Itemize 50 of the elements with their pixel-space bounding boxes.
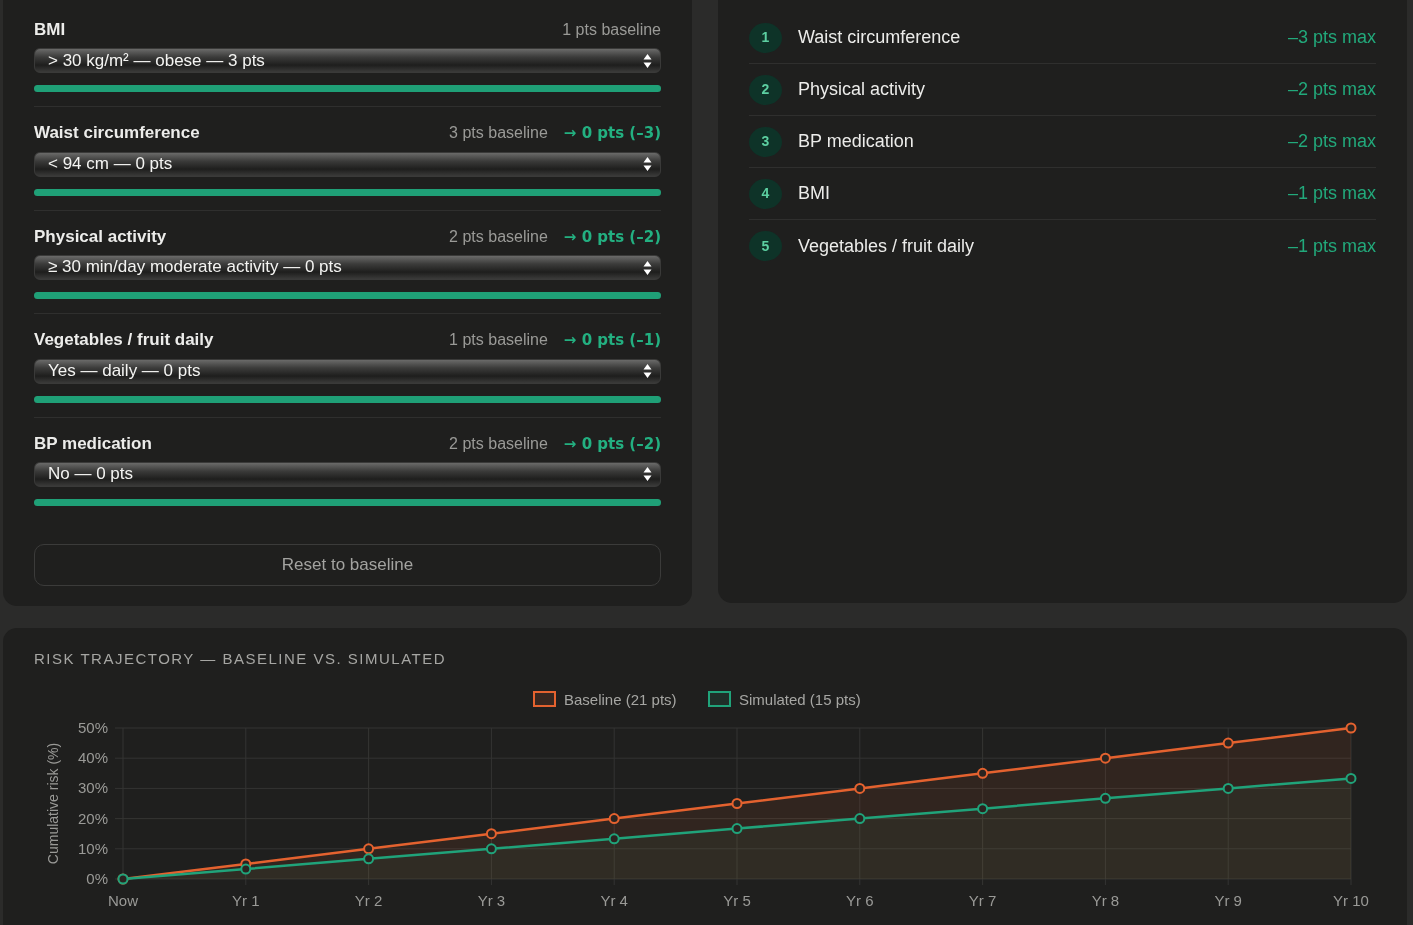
factor-title: BP medication	[34, 433, 152, 454]
impact-value: –2 pts max	[1287, 78, 1376, 101]
y-tick-label: 30%	[77, 779, 108, 797]
y-tick-label: 10%	[77, 840, 108, 858]
impact-value: –1 pts max	[1287, 182, 1376, 205]
factor-name: Vegetables / fruit daily	[798, 234, 976, 258]
x-tick-label: Yr 5	[723, 892, 751, 910]
factor-title: Waist circumference	[34, 123, 200, 144]
x-tick-label: Yr 9	[1214, 892, 1242, 910]
y-tick-label: 0%	[86, 870, 108, 888]
points-change: → 0 pts (–2)	[563, 227, 661, 246]
factor-title: Vegetables / fruit daily	[34, 330, 214, 351]
y-axis-label: Cumulative risk (%)	[45, 743, 61, 865]
factor-name: Waist circumference	[798, 26, 962, 49]
factor-title: Physical activity	[34, 226, 167, 248]
rank-badge: 1	[749, 22, 782, 53]
legend-label: Simulated (15 pts)	[739, 691, 861, 709]
legend-label: Baseline (21 pts)	[564, 691, 677, 709]
factor-name: BP medication	[798, 130, 915, 153]
baseline-points: 3 pts baseline	[449, 123, 548, 143]
x-tick-label: Yr 7	[968, 892, 997, 910]
x-tick-label: Yr 2	[354, 892, 383, 910]
rank-badge: 3	[749, 126, 782, 157]
impact-value: –3 pts max	[1287, 26, 1376, 49]
factor-title: BMI	[34, 20, 66, 41]
impact-value: –2 pts max	[1287, 130, 1376, 153]
baseline-points: 2 pts baseline	[449, 433, 548, 453]
impact-value: –1 pts max	[1287, 234, 1376, 258]
x-tick-label: Yr 8	[1091, 892, 1120, 910]
points-change: → 0 pts (–2)	[563, 434, 661, 453]
factor-name: BMI	[798, 182, 831, 205]
factor-name: Physical activity	[798, 78, 927, 101]
rank-badge: 4	[749, 178, 782, 209]
x-tick-label: Now	[108, 892, 138, 910]
x-tick-label: Yr 3	[477, 892, 506, 910]
baseline-points: 2 pts baseline	[449, 226, 548, 246]
x-tick-label: Yr 6	[846, 892, 874, 910]
x-tick-label: Yr 1	[232, 892, 260, 910]
y-tick-label: 40%	[77, 749, 108, 767]
baseline-points: 1 pts baseline	[562, 20, 661, 40]
points-change: → 0 pts (–1)	[563, 331, 661, 350]
x-tick-label: Yr 10	[1333, 892, 1369, 910]
y-tick-label: 50%	[77, 719, 108, 737]
rank-badge: 5	[749, 231, 782, 261]
x-tick-label: Yr 4	[600, 892, 628, 910]
points-change: → 0 pts (–3)	[563, 124, 661, 143]
baseline-points: 1 pts baseline	[449, 330, 548, 350]
rank-badge: 2	[749, 74, 782, 105]
chart-title: RISK TRAJECTORY — BASELINE VS. SIMULATED	[33, 648, 448, 669]
y-tick-label: 20%	[77, 810, 108, 828]
